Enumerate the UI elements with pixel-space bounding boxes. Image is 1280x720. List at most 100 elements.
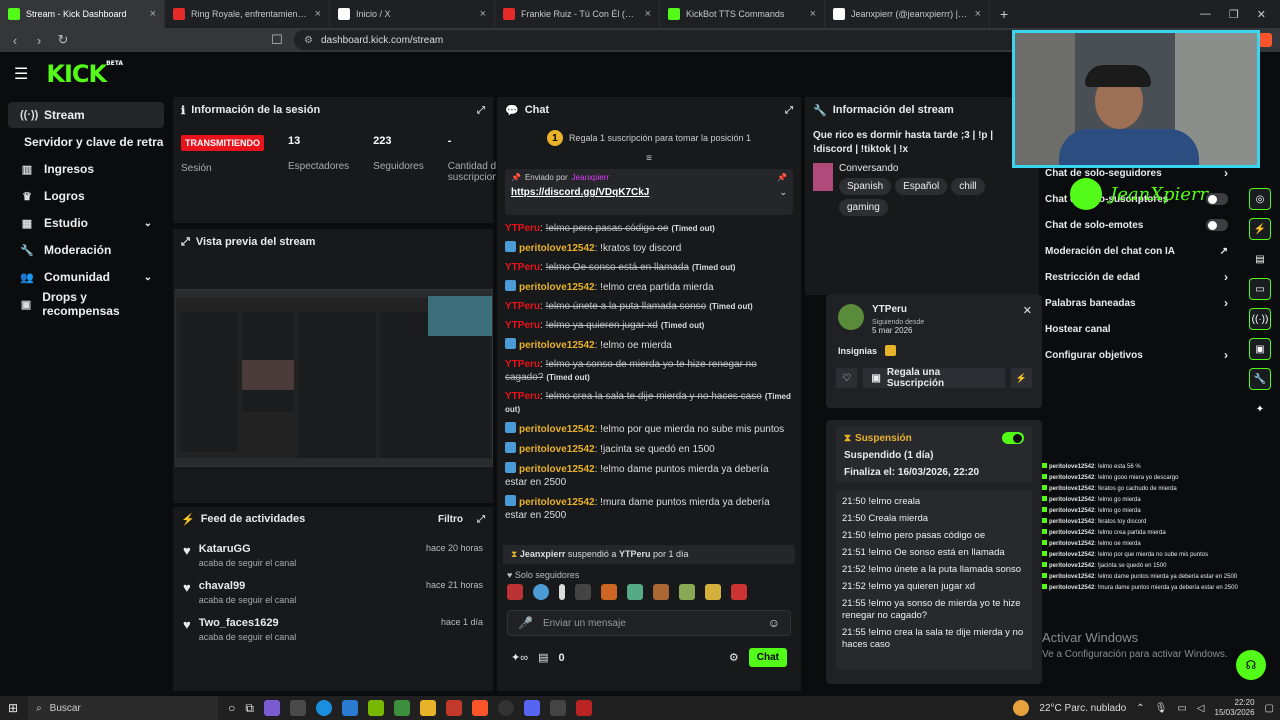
chat-username[interactable]: YTPeru [505,320,540,331]
folder-icon[interactable] [419,700,436,716]
tray-chevron-icon[interactable]: ⌃ [1136,703,1144,714]
app-icon[interactable] [549,700,566,716]
discord-icon[interactable] [523,700,540,716]
chat-username[interactable]: peritolove12542 [519,424,595,435]
chat-username[interactable]: YTPeru [505,301,540,312]
notifications-icon[interactable]: ▢ [1265,703,1274,714]
broadcast-icon[interactable]: ((·)) [1249,308,1271,330]
emote-icon[interactable] [559,584,565,600]
chat-username[interactable]: YTPeru [505,262,540,273]
sidebar-item-logros[interactable]: ♛ Logros [8,183,164,209]
clock-date[interactable]: 15/03/2026 [1215,708,1255,718]
site-info-icon[interactable]: ⚙ [304,35,313,46]
setting-toggle[interactable] [1206,219,1228,231]
gift-sub-button[interactable]: ▣ Regala una Suscripción [863,367,1005,389]
scan-icon[interactable]: ◎ [1249,188,1271,210]
browser-tab[interactable]: Jeanxpierr (@jeanxpierrr) | TikTok × [825,0,990,28]
chat-username[interactable]: YTPeru [505,391,540,402]
task-view-icon[interactable]: ⧉ [245,701,254,716]
sidebar-item-stream[interactable]: ((·)) Stream [8,102,164,128]
sidebar-item-ingresos[interactable]: ▥ Ingresos [8,156,164,182]
sidebar-item-comunidad[interactable]: 👥 Comunidad ⌄ [8,264,164,290]
support-chat-button[interactable]: ☊ [1236,650,1266,680]
more-icon[interactable]: ⚡ [1010,368,1033,388]
chat-username[interactable]: peritolove12542 [519,340,595,351]
stream-tag[interactable]: Español [895,178,948,195]
chat-setting-item[interactable]: Configurar objetivos › [1045,342,1228,368]
popout-icon[interactable]: ⤢ [477,514,485,525]
emote-icon[interactable] [507,584,523,600]
popout-icon[interactable]: ⤢ [477,105,485,116]
browser-tab[interactable]: Frankie Ruiz - Tú Con Él (Letra) - × [495,0,660,28]
settings-gear-icon[interactable]: ⚙ [729,651,739,664]
brave-shield-icon[interactable] [1258,33,1272,47]
stream-tag[interactable]: gaming [839,199,888,216]
browser-tab[interactable]: Inicio / X × [330,0,495,28]
feed-user[interactable]: chaval99 [199,580,297,592]
stream-tag[interactable]: chill [951,178,985,195]
document-icon[interactable]: ▤ [1249,248,1271,270]
close-tab-icon[interactable]: × [975,8,981,20]
taskbar-search[interactable]: ⌕ Buscar [28,696,219,720]
emote-icon[interactable] [627,584,643,600]
chat-setting-item[interactable]: Chat de solo-emotes [1045,212,1228,238]
chat-setting-item[interactable]: Restricción de edad › [1045,264,1228,290]
unpin-icon[interactable]: 📌 [777,173,787,182]
archive-icon[interactable]: ▣ [1249,338,1271,360]
wrench-icon[interactable]: 🔧 [1249,368,1271,390]
volume-icon[interactable]: ◁ [1197,703,1205,714]
network-icon[interactable]: ▭ [1177,703,1186,714]
shapes-icon[interactable]: ✦ [1249,398,1271,420]
browser-tab[interactable]: KickBot TTS Commands × [660,0,825,28]
kick-logo[interactable]: KICKBETA [46,60,123,88]
reload-icon[interactable]: ↻ [56,32,70,48]
suspension-toggle[interactable] [1002,432,1024,444]
close-tab-icon[interactable]: × [150,8,156,20]
weather-text[interactable]: 22°C Parc. nublado [1039,703,1126,714]
lightning-icon[interactable]: ⚡ [1249,218,1271,240]
close-tab-icon[interactable]: × [645,8,651,20]
minecraft-icon[interactable] [393,700,410,716]
feed-user[interactable]: Two_faces1629 [199,617,297,629]
sidebar-item-estudio[interactable]: ▦ Estudio ⌄ [8,210,164,236]
chat-username[interactable]: peritolove12542 [519,497,595,508]
store-icon[interactable] [289,700,306,716]
sidebar-item-moderacion[interactable]: 🔧 Moderación [8,237,164,263]
chat-username[interactable]: peritolove12542 [519,243,595,254]
forward-icon[interactable]: › [32,33,46,48]
bookmark-icon[interactable]: ☐ [270,32,284,48]
filter-button[interactable]: Filtro [438,514,463,525]
mail-icon[interactable] [341,700,358,716]
chat-username[interactable]: YTPeru [505,223,540,234]
app-icon[interactable] [263,700,280,716]
edge-icon[interactable] [315,700,332,716]
chat-username[interactable]: peritolove12542 [519,282,595,293]
minimize-icon[interactable]: — [1200,8,1211,21]
emote-icon[interactable] [601,584,617,600]
sidebar-item-drops[interactable]: ▣ Drops y recompensas [8,290,164,318]
new-tab-button[interactable]: + [990,6,1018,22]
maximize-icon[interactable]: ❐ [1229,8,1239,21]
gift-leaderboard[interactable]: 1 Regala 1 suscripción para tomar la pos… [497,123,801,153]
chat-username[interactable]: YTPeru [505,359,540,370]
emote-icon[interactable] [575,584,591,600]
emoji-icon[interactable]: ☺ [768,616,780,630]
chat-input[interactable]: 🎤 Enviar un mensaje ☺ [507,610,791,636]
stream-preview-video[interactable] [175,289,493,467]
browser-tab[interactable]: Ring Royale, enfrentamientos EN VIV × [165,0,330,28]
stream-tag[interactable]: Spanish [839,178,892,195]
emote-icon[interactable] [705,584,721,600]
chat-username[interactable]: peritolove12542 [519,444,595,455]
emote-icon[interactable] [679,584,695,600]
follow-heart-button[interactable]: ♡ [836,368,858,388]
windows-start-icon[interactable]: ⊞ [8,701,18,715]
chat-bubble-icon[interactable]: ▭ [1249,278,1271,300]
emote-icon[interactable] [533,584,549,600]
emote-icon[interactable] [653,584,669,600]
feed-user[interactable]: KataruGG [199,543,297,555]
emote-icon[interactable] [731,584,747,600]
mic-icon[interactable]: 🎙 [1155,703,1168,714]
close-tab-icon[interactable]: × [315,8,321,20]
brave-icon[interactable] [471,700,488,716]
chat-username[interactable]: peritolove12542 [519,464,595,475]
